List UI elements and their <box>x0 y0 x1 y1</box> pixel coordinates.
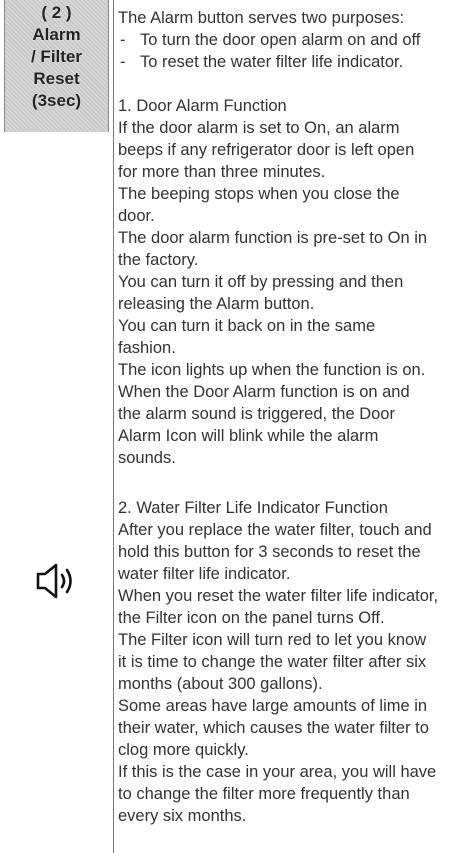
bullet-text: To turn the door open alarm on and off <box>140 31 421 49</box>
section1-body: If the door alarm is set to On, an alarm… <box>118 117 466 469</box>
body-line: the Filter icon on the panel turns Off. <box>118 609 385 627</box>
section2-heading: 2. Water Filter Life Indicator Function <box>118 499 388 517</box>
body-line: When the Door Alarm function is on and <box>118 383 410 401</box>
body-line: it is time to change the water filter af… <box>118 653 427 671</box>
body-line: the alarm sound is triggered, the Door <box>118 405 395 423</box>
body-line: every six months. <box>118 807 247 825</box>
body-line: If this is the case in your area, you wi… <box>118 763 437 781</box>
label-alarm: Alarm <box>32 25 81 44</box>
label-duration: (3sec) <box>31 91 82 110</box>
bullet-dash: - <box>120 53 126 71</box>
column-divider <box>113 0 114 853</box>
button-label-cell: ( 2 ) Alarm / Filter Reset (3sec) <box>4 0 109 132</box>
body-line: After you replace the water filter, touc… <box>118 521 432 539</box>
bullet-dash: - <box>120 31 126 49</box>
bullet-item: - To turn the door open alarm on and off <box>118 29 466 51</box>
body-line: Alarm Icon will blink while the alarm <box>118 427 379 445</box>
body-line: for more than three minutes. <box>118 163 326 181</box>
bullet-text: To reset the water filter life indicator… <box>140 53 404 71</box>
intro-text: The Alarm button serves two purposes: <box>118 9 405 27</box>
section1-heading: 1. Door Alarm Function <box>118 97 287 115</box>
body-line: The icon lights up when the function is … <box>118 361 426 379</box>
speaker-icon <box>35 561 83 601</box>
label-number: ( 2 ) <box>41 3 72 22</box>
label-reset: Reset <box>33 69 80 88</box>
body-line: releasing the Alarm button. <box>118 295 315 313</box>
body-line: When you reset the water filter life ind… <box>118 587 439 605</box>
bullet-item: - To reset the water filter life indicat… <box>118 51 466 73</box>
body-line: If the door alarm is set to On, an alarm <box>118 119 400 137</box>
body-line: You can turn it off by pressing and then <box>118 273 404 291</box>
function-column: ( 2 ) Alarm / Filter Reset (3sec) <box>0 0 113 853</box>
body-line: water filter life indicator. <box>118 565 291 583</box>
body-line: The door alarm function is pre-set to On… <box>118 229 428 247</box>
body-line: The beeping stops when you close the <box>118 185 400 203</box>
body-line: clog more quickly. <box>118 741 249 759</box>
body-line: Some areas have large amounts of lime in <box>118 697 428 715</box>
manual-page: ( 2 ) Alarm / Filter Reset (3sec) The Al… <box>0 0 470 853</box>
body-line: the factory. <box>118 251 199 269</box>
body-line: their water, which causes the water filt… <box>118 719 429 737</box>
body-line: sounds. <box>118 449 176 467</box>
label-filter: / Filter <box>30 47 82 66</box>
body-line: The Filter icon will turn red to let you… <box>118 631 427 649</box>
body-line: beeps if any refrigerator door is left o… <box>118 141 415 159</box>
body-line: months (about 300 gallons). <box>118 675 323 693</box>
body-line: fashion. <box>118 339 176 357</box>
body-line: You can turn it back on in the same <box>118 317 376 335</box>
body-line: hold this button for 3 seconds to reset … <box>118 543 421 561</box>
body-line: to change the filter more frequently tha… <box>118 785 410 803</box>
section2-body: After you replace the water filter, touc… <box>118 519 466 827</box>
description-column: The Alarm button serves two purposes: - … <box>118 7 466 827</box>
body-line: door. <box>118 207 155 225</box>
